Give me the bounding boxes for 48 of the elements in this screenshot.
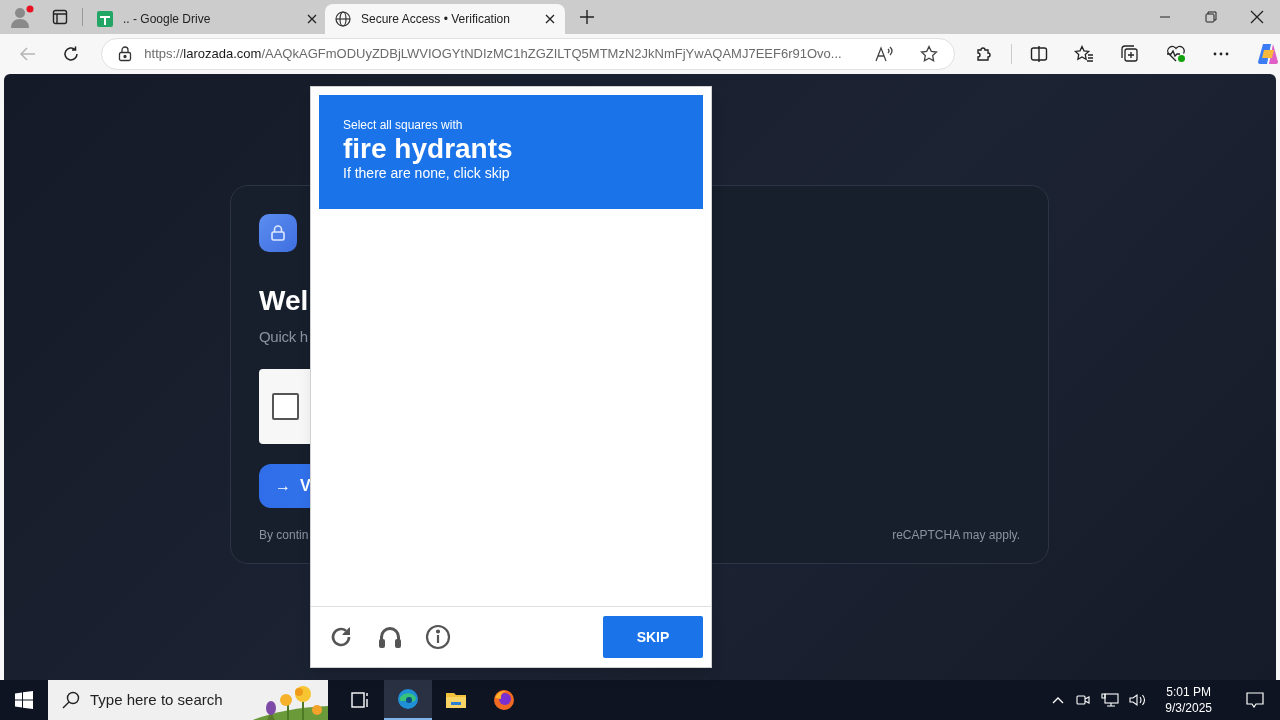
taskbar-app[interactable] <box>384 680 432 720</box>
captcha-hint: If there are none, click skip <box>343 165 510 182</box>
checkbox[interactable] <box>272 392 299 420</box>
close-icon[interactable] <box>1250 10 1264 24</box>
card-subtitle: Quick h <box>259 327 308 347</box>
captcha-instruction: Select all squares with <box>343 118 463 133</box>
new-tab-icon[interactable] <box>579 9 595 25</box>
taskbar-search-field[interactable]: Type here to search <box>48 680 328 720</box>
favorites-icon[interactable] <box>1074 45 1094 63</box>
url-text: https://larozada.com/AAQkAGFmODUyZDBjLWVIOGYtNDIzMC1hZGZILTQ5MTMzN2JkNmFjYwAQAMJ7EEF6r91Ovo... <box>144 45 842 63</box>
windows-start-icon[interactable] <box>15 691 33 709</box>
search-icon <box>62 691 80 709</box>
browser-tab[interactable]: Secure Access • Verification <box>325 4 565 34</box>
read-aloud-icon[interactable] <box>874 45 894 63</box>
search-placeholder: Type here to search <box>90 689 223 710</box>
clock-date[interactable]: 9/3/2025 <box>1165 700 1212 716</box>
globe-icon <box>335 11 351 27</box>
restore-icon[interactable] <box>1204 10 1218 24</box>
lock-icon <box>270 224 286 242</box>
skip-button[interactable]: SKIP <box>603 616 703 658</box>
firefox-browser-icon <box>492 688 516 712</box>
refresh-icon[interactable] <box>62 45 81 63</box>
tab-actions-icon[interactable] <box>52 9 68 25</box>
info-icon[interactable] <box>425 624 451 650</box>
network-icon[interactable] <box>1101 692 1120 708</box>
recaptcha-notice: reCAPTCHA may apply. <box>892 526 1020 544</box>
address-bar[interactable]: https://larozada.com/AAQkAGFmODUyZDBjLWVIOGYtNDIzMC1hZGZILTQ5MTMzN2JkNmFjYwAQAMJ7EEF6r91Ovo... <box>101 38 955 70</box>
notification-icon[interactable] <box>1246 692 1264 708</box>
clock-time[interactable]: 5:01 PM <box>1166 684 1211 700</box>
reload-icon[interactable] <box>329 625 353 649</box>
headphones-icon[interactable] <box>377 624 403 650</box>
close-icon[interactable] <box>307 14 317 24</box>
heartbeat-icon[interactable] <box>1166 45 1186 63</box>
card-heading: Wel <box>259 284 309 318</box>
close-icon[interactable] <box>545 14 555 24</box>
volume-icon[interactable] <box>1129 692 1148 708</box>
favorite-star-icon[interactable] <box>920 45 938 63</box>
terms-text: By contin <box>259 526 309 544</box>
copilot-icon[interactable] <box>1256 42 1280 66</box>
profile-icon[interactable] <box>9 4 35 30</box>
split-screen-icon[interactable] <box>1030 45 1048 63</box>
lock-icon[interactable] <box>118 46 133 62</box>
collections-icon[interactable] <box>1120 45 1140 63</box>
puzzle-piece-icon[interactable] <box>975 45 993 63</box>
edge-browser-icon <box>396 687 420 711</box>
captcha-target: fire hydrants <box>343 133 513 165</box>
camera-icon[interactable] <box>1075 692 1092 708</box>
spreadsheet-icon <box>97 11 113 27</box>
